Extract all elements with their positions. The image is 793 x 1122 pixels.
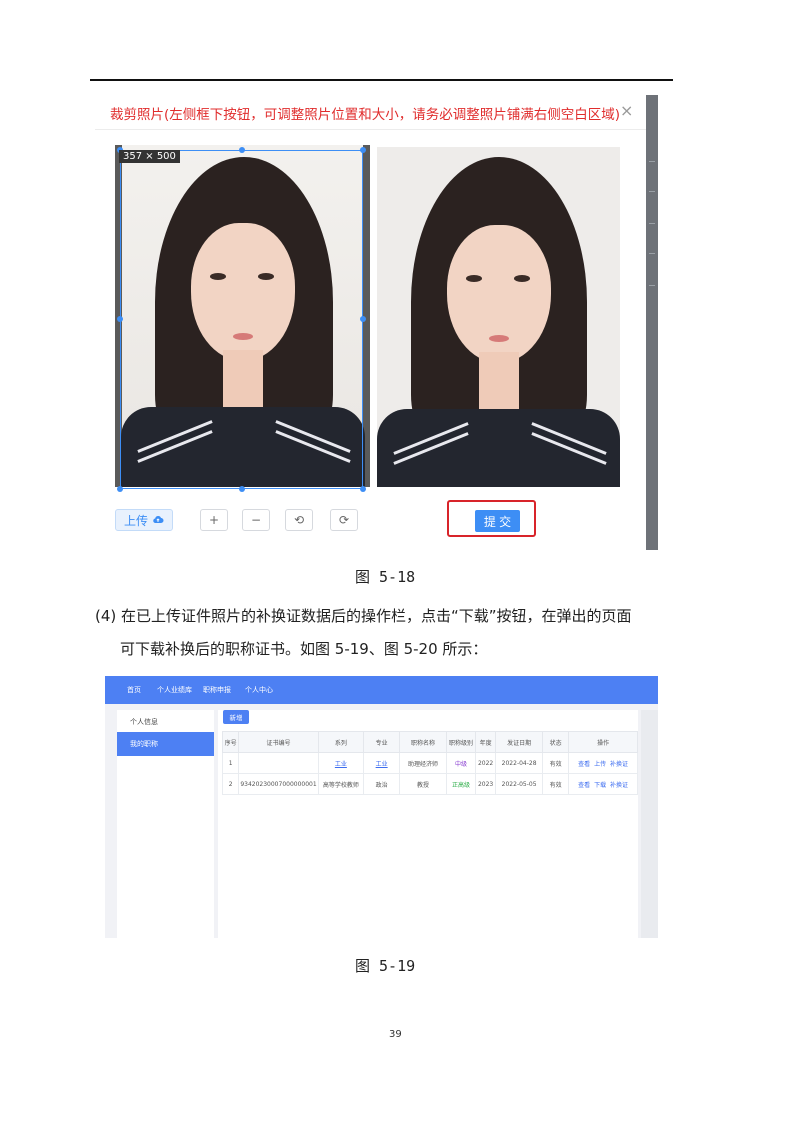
close-icon[interactable]: × bbox=[620, 101, 633, 120]
cell-no: 1 bbox=[221, 752, 240, 774]
upload-label: 上传 bbox=[123, 513, 148, 528]
col-level: 职称级别 bbox=[445, 731, 477, 753]
crop-handle-bottom-right[interactable] bbox=[360, 486, 366, 492]
instruction-line-2: 可下载补换后的职称证书。如图 5-19、图 5-20 所示： bbox=[120, 640, 488, 658]
crop-handle-right[interactable] bbox=[360, 316, 366, 322]
cell-year: 2023 bbox=[475, 773, 497, 795]
submit-button[interactable]: 提 交 bbox=[475, 510, 520, 532]
crop-handle-bottom[interactable] bbox=[239, 486, 245, 492]
sidebar-item-profile[interactable]: 个人信息 bbox=[117, 710, 214, 734]
portal-sidebar: 个人信息 我的职称 bbox=[117, 710, 214, 938]
table-row: 2 93420230007000000001 高等学校教师 政治 教授 正高级 … bbox=[221, 773, 638, 795]
col-status: 状态 bbox=[542, 731, 570, 753]
title-table: 序号 证书编号 系列 专业 职称名称 职称级别 年度 发证日期 状态 操作 1 … bbox=[221, 731, 638, 795]
col-cert-no: 证书编号 bbox=[238, 731, 319, 753]
reissue-link[interactable]: 补换证 bbox=[610, 761, 628, 768]
background-page-strip bbox=[646, 95, 658, 550]
nav-personal-center[interactable]: 个人中心 bbox=[245, 685, 273, 695]
upload-link[interactable]: 上传 bbox=[594, 761, 606, 768]
page-number: 39 bbox=[389, 1029, 402, 1040]
rotate-right-button[interactable]: ⟳ bbox=[330, 509, 358, 531]
col-title: 职称名称 bbox=[399, 731, 447, 753]
cell-level: 正高级 bbox=[445, 773, 477, 795]
col-series: 系列 bbox=[317, 731, 365, 753]
crop-handle-left[interactable] bbox=[117, 316, 123, 322]
reissue-link[interactable]: 补换证 bbox=[610, 782, 628, 789]
col-year: 年度 bbox=[475, 731, 497, 753]
figure-caption-5-19: 图 5-19 bbox=[355, 957, 416, 975]
upload-button[interactable]: 上传 bbox=[115, 509, 173, 531]
cloud-upload-icon bbox=[153, 515, 164, 523]
cell-date: 2022-05-05 bbox=[495, 773, 544, 795]
col-major: 专业 bbox=[363, 731, 401, 753]
cell-major: 政治 bbox=[363, 773, 401, 795]
cell-status: 有效 bbox=[542, 773, 570, 795]
dialog-title: 裁剪照片(左侧框下按钮，可调整照片位置和大小，请务必调整照片铺满右侧空白区域) bbox=[110, 107, 621, 123]
crop-preview-photo bbox=[377, 147, 620, 487]
portal-screenshot: 首页 个人业绩库 职称申报 个人中心 个人信息 我的职称 新增 序号 证书编号 … bbox=[105, 676, 658, 938]
col-no: 序号 bbox=[221, 731, 240, 753]
zoom-in-button[interactable]: + bbox=[200, 509, 228, 531]
download-link[interactable]: 下载 bbox=[594, 782, 606, 789]
col-date: 发证日期 bbox=[495, 731, 544, 753]
nav-title-apply[interactable]: 职称申报 bbox=[203, 685, 231, 695]
crop-photo-dialog: 裁剪照片(左侧框下按钮，可调整照片位置和大小，请务必调整照片铺满右侧空白区域) … bbox=[95, 95, 658, 550]
cell-cert-no: 93420230007000000001 bbox=[238, 773, 319, 795]
cell-major[interactable]: 工业 bbox=[376, 761, 388, 768]
cell-year: 2022 bbox=[475, 752, 497, 774]
cell-title: 教授 bbox=[399, 773, 447, 795]
header-rule bbox=[90, 79, 673, 81]
col-actions: 操作 bbox=[568, 731, 638, 753]
zoom-out-button[interactable]: − bbox=[242, 509, 270, 531]
crop-size-tag: 357 × 500 bbox=[119, 150, 180, 163]
crop-handle-top[interactable] bbox=[239, 147, 245, 153]
rotate-left-button[interactable]: ⟲ bbox=[285, 509, 313, 531]
portal-right-gutter bbox=[641, 710, 658, 938]
view-link[interactable]: 查看 bbox=[578, 761, 590, 768]
nav-home[interactable]: 首页 bbox=[127, 685, 141, 695]
view-link[interactable]: 查看 bbox=[578, 782, 590, 789]
figure-caption-5-18: 图 5-18 bbox=[355, 568, 416, 586]
nav-performance[interactable]: 个人业绩库 bbox=[157, 685, 192, 695]
table-row: 1 工业 工业 助理经济师 中级 2022 2022-04-28 有效 查看 上… bbox=[221, 752, 638, 774]
instruction-line-1: (4) 在已上传证件照片的补换证数据后的操作栏，点击“下载”按钮，在弹出的页面 bbox=[95, 607, 632, 625]
cell-cert-no bbox=[238, 752, 319, 774]
portal-main: 新增 序号 证书编号 系列 专业 职称名称 职称级别 年度 发证日期 状态 操作 bbox=[218, 710, 638, 938]
dialog-divider bbox=[95, 129, 646, 130]
crop-selection-frame[interactable] bbox=[117, 147, 366, 492]
sidebar-item-my-title[interactable]: 我的职称 bbox=[117, 732, 214, 756]
cell-status: 有效 bbox=[542, 752, 570, 774]
cell-level: 中级 bbox=[445, 752, 477, 774]
portal-top-nav: 首页 个人业绩库 职称申报 个人中心 bbox=[105, 676, 658, 704]
crop-handle-bottom-left[interactable] bbox=[117, 486, 123, 492]
cell-series: 高等学校教师 bbox=[317, 773, 365, 795]
table-header-row: 序号 证书编号 系列 专业 职称名称 职称级别 年度 发证日期 状态 操作 bbox=[221, 731, 638, 753]
cell-title: 助理经济师 bbox=[399, 752, 447, 774]
add-button[interactable]: 新增 bbox=[223, 710, 249, 724]
cell-series[interactable]: 工业 bbox=[335, 761, 347, 768]
cell-date: 2022-04-28 bbox=[495, 752, 544, 774]
cell-no: 2 bbox=[221, 773, 240, 795]
crop-handle-top-right[interactable] bbox=[360, 147, 366, 153]
